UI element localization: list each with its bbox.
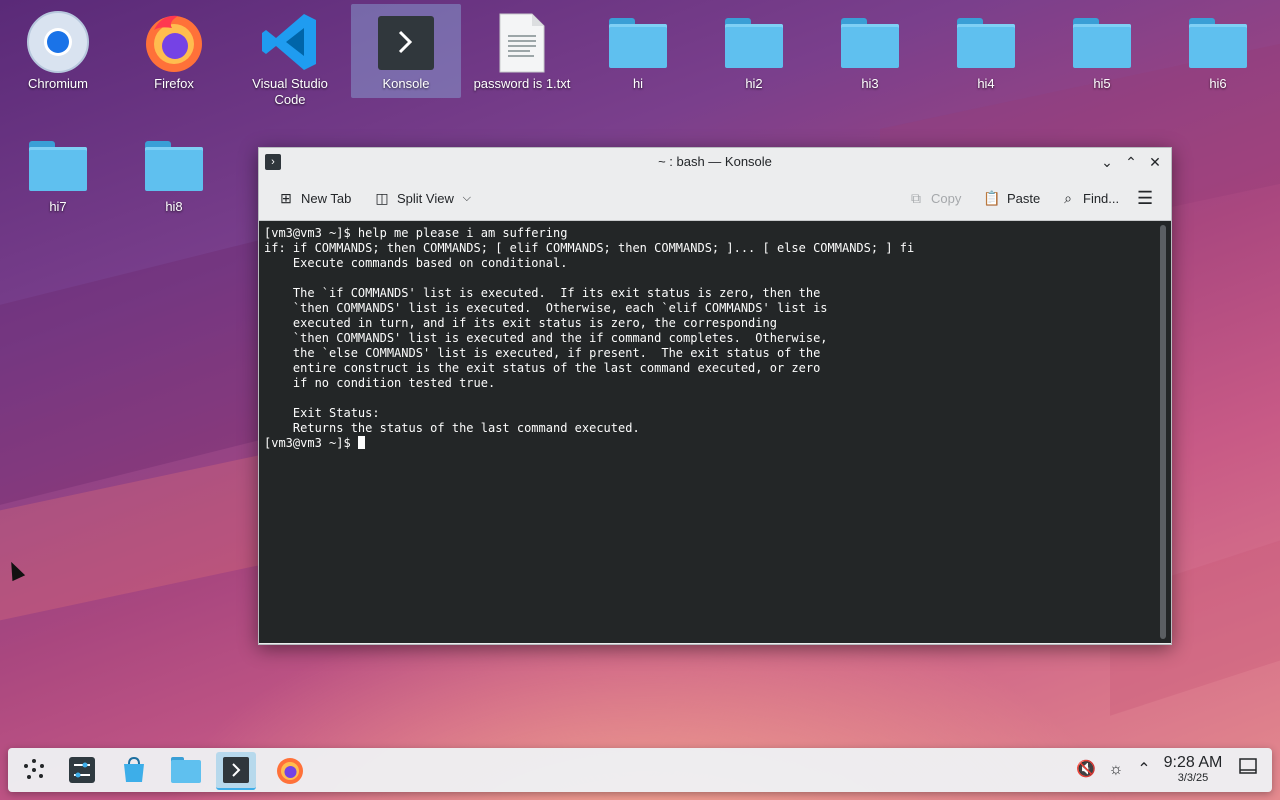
- window-titlebar[interactable]: › ~ : bash — Konsole ⌄ ⌃ ✕: [259, 148, 1171, 176]
- desktop-folder-hi3[interactable]: hi3: [815, 4, 925, 92]
- chevron-down-icon: ⌵: [462, 192, 472, 204]
- clock-date: 3/3/25: [1177, 772, 1209, 784]
- discover-store-icon: [124, 756, 144, 782]
- desktop-icon-label: hi4: [977, 76, 995, 91]
- desktop-icon-label: hi7: [49, 199, 67, 214]
- chromium-icon: [26, 10, 90, 74]
- hamburger-menu-icon: ☰: [1137, 187, 1154, 208]
- maximize-button[interactable]: ⌃: [1121, 152, 1141, 172]
- show-desktop-icon: [1239, 758, 1257, 774]
- desktop-folder-hi[interactable]: hi: [583, 4, 693, 92]
- clock[interactable]: 9:28 AM 3/3/25: [1160, 753, 1226, 785]
- new-tab-button[interactable]: ⊞ New Tab: [277, 186, 351, 210]
- copy-label: Copy: [931, 190, 962, 206]
- window-title: ~ : bash — Konsole: [658, 154, 772, 169]
- taskbar-discover[interactable]: [114, 752, 154, 788]
- desktop-folder-hi7[interactable]: hi7: [3, 127, 113, 215]
- paste-button[interactable]: 📋 Paste: [983, 186, 1040, 210]
- konsole-icon: [374, 10, 438, 74]
- desktop-icon-label: Firefox: [154, 76, 194, 91]
- folder-icon: [142, 133, 206, 197]
- split-view-icon: ◫: [375, 190, 389, 206]
- desktop-folder-hi2[interactable]: hi2: [699, 4, 809, 92]
- system-settings-icon: [69, 757, 95, 783]
- clock-time: 9:28 AM: [1163, 754, 1223, 771]
- find-label: Find...: [1083, 190, 1120, 206]
- terminal-scrollbar[interactable]: [1155, 221, 1171, 643]
- folder-icon: [26, 133, 90, 197]
- taskbar-dolphin[interactable]: [166, 752, 206, 788]
- desktop-folder-hi6[interactable]: hi6: [1163, 4, 1273, 92]
- terminal-cursor: [357, 436, 365, 449]
- desktop-icon-label: hi5: [1093, 76, 1111, 91]
- desktop-folder-hi8[interactable]: hi8: [119, 127, 229, 215]
- desktop-icon-label: Chromium: [28, 76, 88, 91]
- folder-icon: [838, 10, 902, 74]
- terminal-prompt: [vm3@vm3 ~]$: [264, 436, 358, 450]
- konsole-toolbar: ⊞ New Tab ◫ Split View ⌵ ⧉ Copy 📋 Paste …: [259, 176, 1171, 221]
- paste-icon: 📋: [983, 190, 1001, 206]
- firefox-icon: [142, 10, 206, 74]
- folder-icon: [606, 10, 670, 74]
- desktop-icon-label: Konsole: [382, 76, 430, 91]
- desktop-icon-label: password is 1.txt: [473, 76, 571, 91]
- desktop-icon-label: hi3: [861, 76, 879, 91]
- minimize-button[interactable]: ⌄: [1097, 152, 1117, 172]
- split-view-label: Split View: [397, 190, 454, 206]
- vscode-icon: [258, 10, 322, 74]
- dolphin-folder-icon: [171, 757, 201, 783]
- search-icon: ⌕: [1064, 190, 1072, 206]
- application-launcher-icon: [24, 759, 44, 779]
- desktop-icon-label: hi8: [165, 199, 183, 214]
- volume-muted-icon[interactable]: 🔇: [1074, 758, 1098, 782]
- desktop-icon-konsole[interactable]: Konsole: [351, 4, 461, 98]
- terminal-output: [vm3@vm3 ~]$ help me please i am sufferi…: [259, 221, 1155, 451]
- find-button[interactable]: ⌕ Find...: [1059, 186, 1119, 210]
- folder-icon: [1186, 10, 1250, 74]
- folder-icon: [722, 10, 786, 74]
- close-button[interactable]: ✕: [1145, 152, 1165, 172]
- hamburger-menu-button[interactable]: ☰: [1137, 186, 1153, 210]
- terminal-lines: [vm3@vm3 ~]$ help me please i am sufferi…: [264, 226, 915, 435]
- chevron-up-icon[interactable]: ⌃: [1132, 758, 1156, 782]
- desktop-folder-hi5[interactable]: hi5: [1047, 4, 1157, 92]
- show-desktop-button[interactable]: [1236, 758, 1260, 782]
- desktop-icon-chromium[interactable]: Chromium: [3, 4, 113, 92]
- terminal-area[interactable]: [vm3@vm3 ~]$ help me please i am sufferi…: [259, 221, 1155, 643]
- paste-label: Paste: [1007, 190, 1041, 206]
- konsole-window[interactable]: › ~ : bash — Konsole ⌄ ⌃ ✕ ⊞ New Tab ◫ S…: [258, 147, 1172, 645]
- split-view-button[interactable]: ◫ Split View ⌵: [373, 186, 476, 210]
- new-tab-icon: ⊞: [280, 190, 292, 206]
- taskbar-firefox[interactable]: [270, 752, 310, 788]
- folder-icon: [954, 10, 1018, 74]
- new-tab-label: New Tab: [301, 190, 352, 206]
- desktop-icon-password-file[interactable]: password is 1.txt: [467, 4, 577, 92]
- application-launcher-button[interactable]: [14, 752, 54, 788]
- desktop-icon-vscode[interactable]: Visual Studio Code: [235, 4, 345, 108]
- konsole-icon: [223, 757, 249, 783]
- text-file-icon: [490, 10, 554, 74]
- copy-icon: ⧉: [911, 190, 921, 206]
- desktop-icon-label: hi6: [1209, 76, 1227, 91]
- firefox-icon: [277, 758, 303, 784]
- taskbar-system-settings[interactable]: [62, 752, 102, 788]
- taskbar: 🔇 ☼ ⌃ 9:28 AM 3/3/25: [8, 748, 1272, 792]
- desktop-icon-label: hi2: [745, 76, 763, 91]
- brightness-icon[interactable]: ☼: [1104, 758, 1128, 782]
- desktop-icon-label: Visual Studio Code: [252, 76, 328, 107]
- taskbar-konsole[interactable]: [216, 752, 256, 790]
- folder-icon: [1070, 10, 1134, 74]
- copy-button[interactable]: ⧉ Copy: [907, 186, 961, 210]
- desktop-folder-hi4[interactable]: hi4: [931, 4, 1041, 92]
- desktop-icon-firefox[interactable]: Firefox: [119, 4, 229, 92]
- scrollbar-thumb[interactable]: [1160, 225, 1166, 639]
- desktop-icon-label: hi: [632, 76, 644, 91]
